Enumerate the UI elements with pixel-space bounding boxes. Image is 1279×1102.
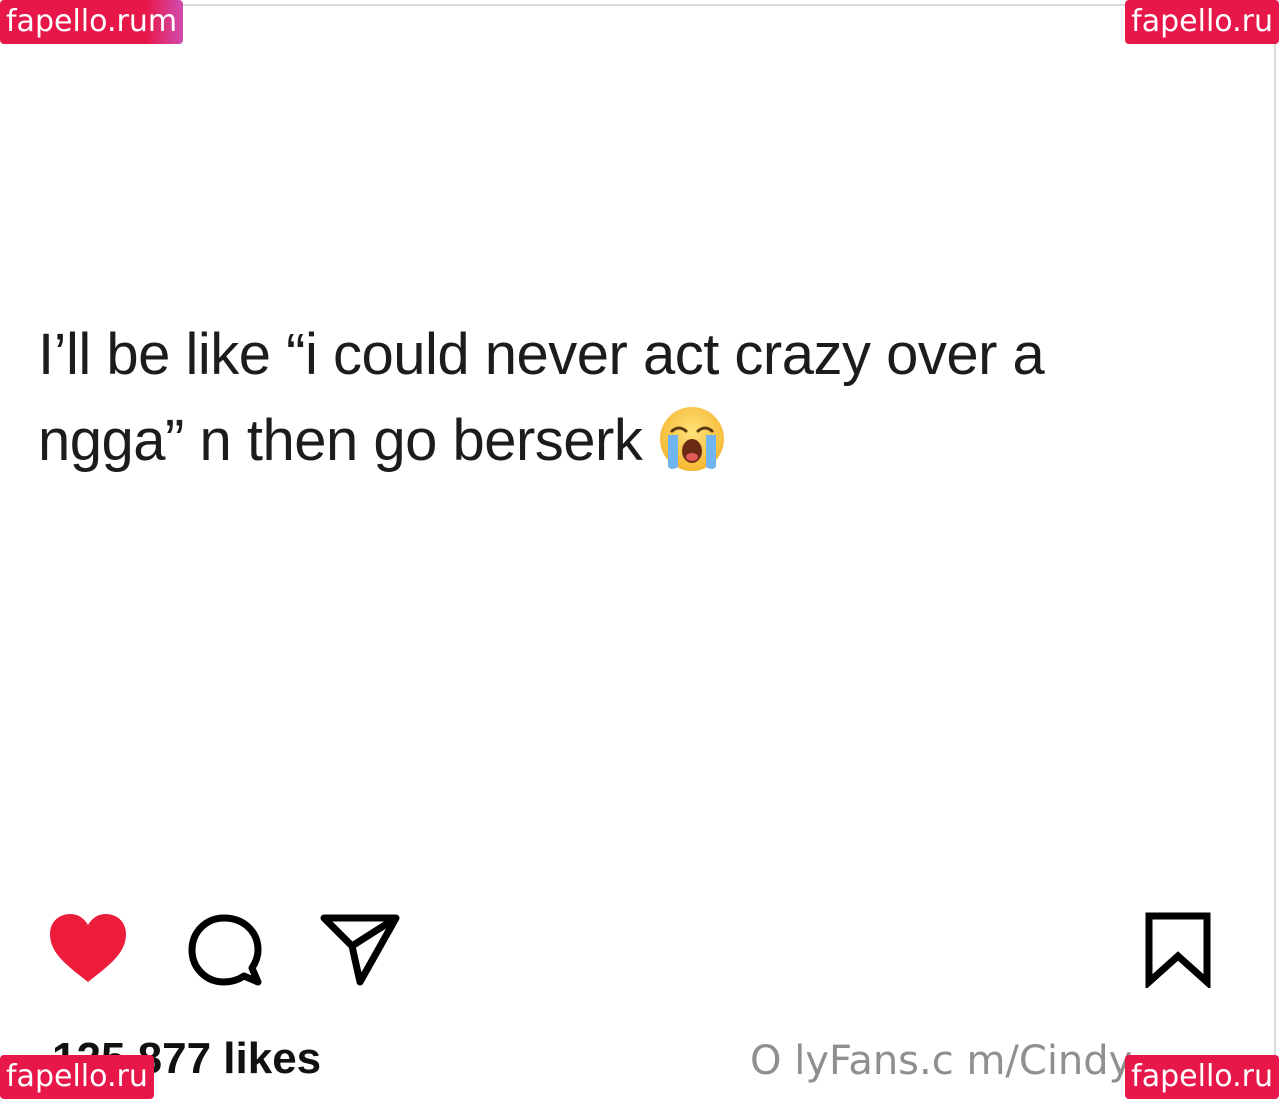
paper-plane-icon[interactable] — [320, 912, 400, 988]
overlay-url-watermark: O lyFans.c m/Cindy — [750, 1038, 1133, 1084]
post-text-line-1: I’ll be like “i could never act crazy ov… — [38, 322, 1045, 387]
post-text-line-2: ngga” n then go berserk — [38, 398, 1218, 484]
post-text-line-2-text: ngga” n then go berserk — [38, 408, 643, 473]
post-text: I’ll be like “i could never act crazy ov… — [38, 312, 1218, 484]
crying-face-emoji-icon — [660, 406, 725, 471]
watermark-top-right: fapello.ru — [1125, 0, 1279, 44]
heart-filled-icon[interactable] — [48, 912, 128, 984]
watermark-top-left: fapello.rum — [0, 0, 184, 44]
bookmark-icon[interactable] — [1144, 912, 1212, 988]
comment-bubble-icon[interactable] — [186, 912, 264, 990]
watermark-bottom-left: fapello.ru — [0, 1055, 154, 1099]
watermark-bottom-right: fapello.ru — [1125, 1055, 1279, 1099]
